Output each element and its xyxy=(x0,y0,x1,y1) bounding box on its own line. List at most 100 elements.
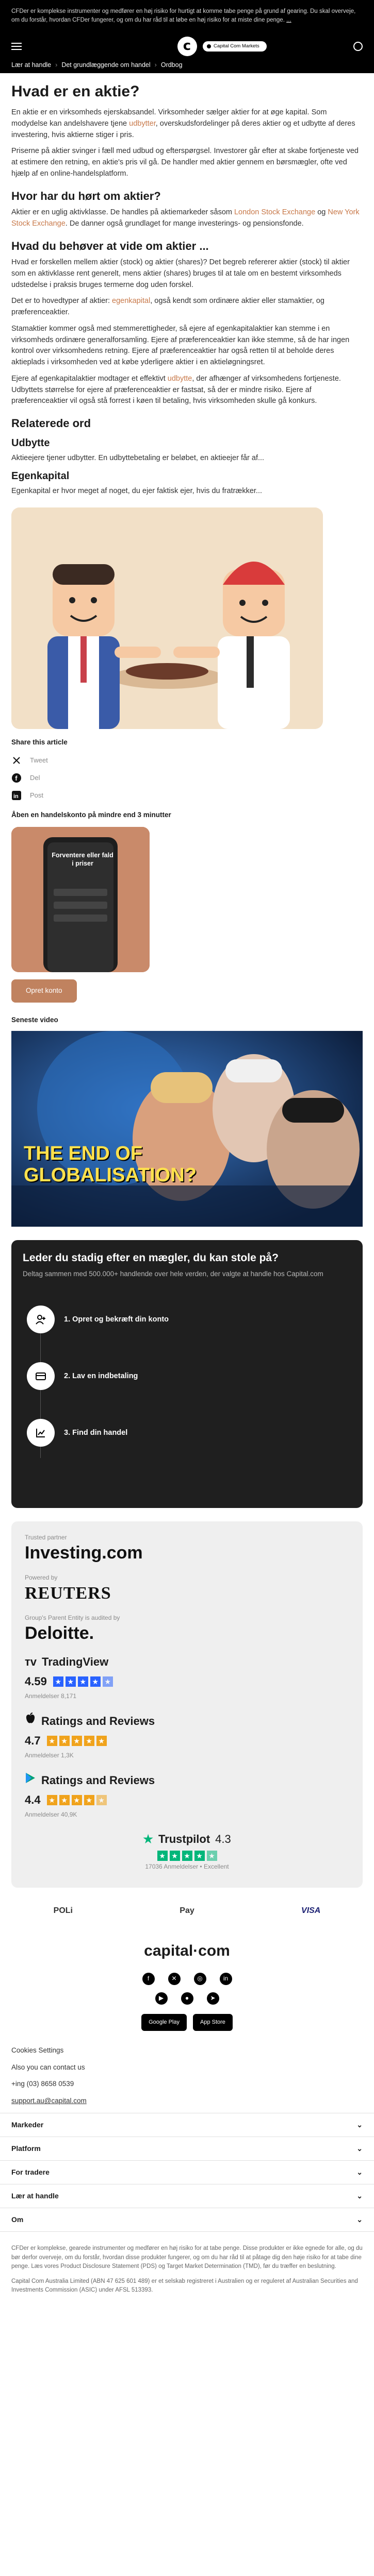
google-play-rating: Ratings and Reviews xyxy=(25,1772,349,1789)
handshake-illustration xyxy=(11,507,323,729)
chevron-down-icon: ⌄ xyxy=(356,2167,363,2176)
accordion-traders[interactable]: For tradere ⌄ xyxy=(0,2161,374,2185)
ios-stars: ★ ★ ★ ★ ★ xyxy=(46,1735,107,1746)
account-selector[interactable]: Capital Com Markets xyxy=(203,41,267,52)
chart-icon xyxy=(27,1419,55,1447)
related-item-text: Egenkapital er hvor meget af noget, du e… xyxy=(11,487,262,496)
trustpilot-reviews: 17036 Anmeldelser • Excellent xyxy=(145,1862,229,1870)
svg-text:f: f xyxy=(15,774,18,782)
trustpilot-score: 4.3 xyxy=(215,1833,231,1846)
tradingview-icon: ᴛᴠ xyxy=(25,1655,37,1669)
trust-section: Trusted partner Investing.com Powered by… xyxy=(11,1521,363,1888)
reuters-logo: REUTERS xyxy=(25,1583,111,1603)
app-store-rating: Ratings and Reviews xyxy=(25,1712,349,1730)
related-item-title[interactable]: Egenkapital xyxy=(11,470,363,483)
visa-logo: VISA xyxy=(301,1906,321,1915)
breadcrumb-item[interactable]: Ordbog xyxy=(161,60,183,70)
step-label: 3. Find din handel xyxy=(64,1429,128,1437)
share-heading: Share this article xyxy=(11,738,68,746)
section-heading-where: Hvor har du hørt om aktier? xyxy=(11,189,161,202)
breadcrumb-separator: › xyxy=(154,61,157,69)
equity-link[interactable]: egenkapital xyxy=(112,297,150,305)
trusted-partner-label: Trusted partner xyxy=(25,1534,67,1541)
phone-promo-text: Forventere eller fald i priser xyxy=(52,852,113,867)
google-play-button[interactable]: Google Play xyxy=(141,2013,187,2031)
intro-paragraph: En aktie er en virksomheds ejerskabsande… xyxy=(11,108,355,139)
tradingview-logo: ᴛᴠ TradingView xyxy=(25,1653,349,1671)
share-label: Del xyxy=(30,774,40,782)
menu-icon[interactable] xyxy=(11,43,22,50)
poli-logo: POLi xyxy=(53,1906,73,1915)
app-store-button[interactable]: App Store xyxy=(193,2013,233,2031)
chevron-down-icon: ⌄ xyxy=(356,2191,363,2200)
step-deposit[interactable]: 2. Lav en indbetaling xyxy=(27,1348,351,1404)
youtube-icon[interactable]: ▶ xyxy=(155,1992,168,2005)
person-plus-icon xyxy=(27,1306,55,1334)
where-paragraph: Aktier er en uglig aktivklasse. De handl… xyxy=(11,208,360,228)
step-create-account[interactable]: 1. Opret og bekræft din konto xyxy=(27,1291,351,1348)
risk-warning-more-link[interactable]: ... xyxy=(286,17,291,23)
video-heading: Seneste video xyxy=(11,1016,58,1024)
breadcrumb-item[interactable]: Det grundlæggende om handel xyxy=(61,60,150,70)
article-illustration xyxy=(11,507,323,729)
accordion-about[interactable]: Om ⌄ xyxy=(0,2208,374,2232)
legal-disclaimer: CFDer er komplekse, gearede instrumenter… xyxy=(0,2232,374,2316)
legal-text-2: Capital Com Australia Limited (ABN 47 62… xyxy=(11,2278,358,2294)
step-label: 2. Lav en indbetaling xyxy=(64,1372,138,1381)
phone-link[interactable]: +ing (03) 8658 0539 xyxy=(11,2079,363,2090)
app-store-buttons: Google Play App Store xyxy=(0,2013,374,2031)
what-paragraph-1: Hvad er forskellen mellem aktier (stock)… xyxy=(11,258,350,289)
step-label: 1. Opret og bekræft din konto xyxy=(64,1315,169,1324)
ios-score: 4.7 xyxy=(25,1734,41,1747)
linkedin-icon[interactable]: in xyxy=(219,1972,232,1985)
open-account-button[interactable]: Opret konto xyxy=(11,979,77,1003)
capital-logo[interactable]: c xyxy=(177,37,197,56)
android-stars: ★ ★ ★ ★ ★ xyxy=(46,1794,107,1805)
tradingview-score: 4.59 xyxy=(25,1675,47,1688)
powered-by-label: Powered by xyxy=(25,1574,58,1582)
promo-heading: Åben en handelskonto på mindre end 3 min… xyxy=(11,811,171,819)
what-paragraph-2: Det er to hovedtyper af aktier: egenkapi… xyxy=(11,297,324,316)
footer-logo[interactable]: capital·com xyxy=(0,1939,374,1963)
dividends-link[interactable]: udbytter xyxy=(129,120,156,128)
trustpilot-star-icon: ★ xyxy=(143,1833,153,1846)
video-overlay-text: THE END OF GLOBALISATION? xyxy=(24,1143,197,1186)
broker-cta-subtitle: Deltag sammen med 500.000+ handlende ove… xyxy=(23,1270,323,1278)
facebook-icon[interactable]: f xyxy=(142,1972,155,1985)
broker-cta-title: Leder du stadig efter en mægler, du kan … xyxy=(23,1252,279,1264)
accordion-platform[interactable]: Platform ⌄ xyxy=(0,2137,374,2161)
dividend-link[interactable]: udbytte xyxy=(168,375,192,383)
instagram-icon[interactable]: ◎ xyxy=(193,1972,206,1985)
social-links-row-2: ▶ ● ➤ xyxy=(0,1992,374,2005)
x-icon[interactable]: ✕ xyxy=(168,1972,181,1985)
email-link[interactable]: support.au@capital.com xyxy=(11,2096,363,2107)
tradingview-stars: ★ ★ ★ ★ ★ xyxy=(53,1676,113,1687)
breadcrumb: Lær at handle › Det grundlæggende om han… xyxy=(0,58,374,73)
share-x[interactable]: Tweet xyxy=(11,755,363,766)
step-find-trade[interactable]: 3. Find din handel xyxy=(27,1404,351,1461)
apple-pay-logo: Pay xyxy=(180,1906,194,1915)
video-thumbnail[interactable]: THE END OF GLOBALISATION? xyxy=(11,1031,363,1227)
related-item-text: Aktieejere tjener udbytter. En udbyttebe… xyxy=(11,453,265,462)
share-label: Post xyxy=(30,791,44,800)
video-thumbnail-art xyxy=(11,1031,363,1227)
phone-promo-image: Forventere eller fald i priser xyxy=(11,827,150,973)
chevron-down-icon: ⌄ xyxy=(356,2144,363,2153)
related-item-title[interactable]: Udbytte xyxy=(11,437,363,450)
user-icon[interactable] xyxy=(353,42,363,51)
entity-icon xyxy=(207,44,211,48)
telegram-icon[interactable]: ➤ xyxy=(206,1992,219,2005)
audited-by-label: Group's Parent Entity is audited by xyxy=(25,1614,120,1622)
share-facebook[interactable]: f Del xyxy=(11,773,363,783)
footer-links: Cookies Settings Also you can contact us… xyxy=(0,2045,374,2107)
reddit-icon[interactable]: ● xyxy=(181,1992,193,2005)
breadcrumb-item[interactable]: Lær at handle xyxy=(11,60,51,70)
accordion-markets[interactable]: Markeder ⌄ xyxy=(0,2113,374,2138)
cookies-settings-link[interactable]: Cookies Settings xyxy=(11,2045,363,2056)
accordion-learn[interactable]: Lær at handle ⌄ xyxy=(0,2184,374,2209)
share-linkedin[interactable]: in Post xyxy=(11,790,363,801)
lse-link[interactable]: London Stock Exchange xyxy=(234,208,315,216)
what-paragraph-4: Ejere af egenkapitalaktier modtager et e… xyxy=(11,374,341,405)
broker-cta-card: Leder du stadig efter en mægler, du kan … xyxy=(11,1240,363,1509)
deloitte-logo: Deloitte. xyxy=(25,1623,94,1643)
